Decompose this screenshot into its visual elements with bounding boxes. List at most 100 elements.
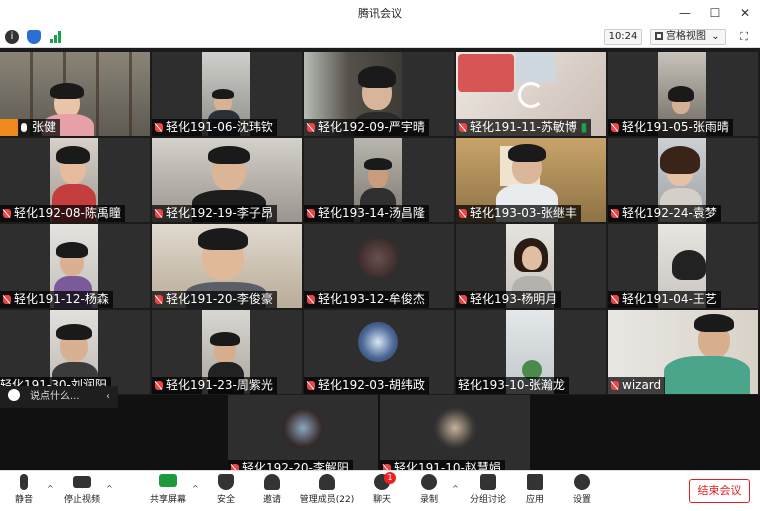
participant-name: wizard <box>622 378 662 392</box>
participant-label: 轻化191-04-王艺 <box>608 291 721 308</box>
maximize-button[interactable]: ☐ <box>700 0 730 26</box>
stop-video-label: 停止视频 <box>63 495 100 505</box>
participant-name: 轻化192-03-胡纬政 <box>318 378 425 392</box>
video-tile[interactable]: 轻化192-19-李子昂 <box>152 138 302 222</box>
signal-icon[interactable] <box>49 30 63 44</box>
share-screen-button[interactable]: 共享屏幕 <box>146 474 190 510</box>
mic-off-icon <box>3 295 11 304</box>
apps-button[interactable]: 应用 <box>513 474 557 510</box>
video-tile[interactable]: 轻化191-12-杨森 <box>0 224 150 308</box>
participant-label: 轻化191-20-李俊豪 <box>152 291 277 308</box>
mic-off-icon <box>611 295 619 304</box>
chat-input[interactable]: 说点什么... ‹ <box>0 386 118 408</box>
participant-label: 轻化191-12-杨森 <box>0 291 113 308</box>
invite-button[interactable]: 邀请 <box>250 474 294 510</box>
participant-name: 轻化192-24-袁梦 <box>622 206 717 220</box>
participant-label: 轻化193-10-张瀚龙 <box>456 377 569 394</box>
video-tile[interactable]: 轻化191-04-王艺 <box>608 224 758 308</box>
video-tile[interactable]: 轻化193-03-张继丰 <box>456 138 606 222</box>
avatar <box>358 322 398 362</box>
record-icon <box>421 474 437 490</box>
grid-icon <box>655 32 663 40</box>
manage-members-button[interactable]: 管理成员(22) <box>298 474 356 510</box>
participant-label: 轻化193-03-张继丰 <box>456 205 581 222</box>
participant-label: 轻化192-19-李子昂 <box>152 205 277 222</box>
mic-off-icon <box>307 123 315 132</box>
close-button[interactable]: ✕ <box>730 0 760 26</box>
video-tile[interactable]: 轻化191-05-张雨晴 <box>608 52 758 136</box>
emoji-icon[interactable] <box>8 389 20 401</box>
video-tile[interactable]: 轻化193-12-牟俊杰 <box>304 224 454 308</box>
view-mode-button[interactable]: 宫格视图 ⌄ <box>650 29 726 45</box>
manage-members-label: 管理成员(22) <box>299 495 355 505</box>
info-icon[interactable]: i <box>5 30 19 44</box>
signal-icon: ▮ <box>580 120 588 134</box>
settings-button[interactable]: 设置 <box>560 474 604 510</box>
participant-label: 轻化192-24-袁梦 <box>608 205 721 222</box>
breakout-button[interactable]: 分组讨论 <box>464 474 512 510</box>
apps-label: 应用 <box>525 495 544 505</box>
video-tile[interactable]: 张健 <box>0 52 150 136</box>
host-badge <box>0 119 18 136</box>
chat-button[interactable]: 1 聊天 <box>360 472 404 510</box>
participant-label: 轻化191-23-周紫光 <box>152 377 277 394</box>
breakout-label: 分组讨论 <box>469 495 506 505</box>
microphone-icon <box>20 474 28 490</box>
mic-off-icon <box>459 123 467 132</box>
stop-video-button[interactable]: 停止视频 <box>60 474 104 510</box>
bottom-toolbar: 静音 ^ 停止视频 ^ 共享屏幕 ^ 安全 邀请 管理成员(22) 1 聊天 录… <box>0 470 760 511</box>
participant-label: 轻化192-20-李解阳 <box>228 460 353 470</box>
video-tile[interactable]: 轻化191-23-周紫光 <box>152 310 302 394</box>
end-meeting-button[interactable]: 结束会议 <box>689 479 750 503</box>
video-tile[interactable]: 轻化192-24-袁梦 <box>608 138 758 222</box>
avatar <box>358 238 398 278</box>
participant-name: 轻化193-14-汤昌隆 <box>318 206 425 220</box>
mic-icon <box>21 123 27 132</box>
mic-off-icon <box>611 123 619 132</box>
mic-off-icon <box>459 295 467 304</box>
chevron-up-icon[interactable]: ^ <box>47 484 54 493</box>
shield-icon <box>218 474 234 490</box>
collapse-arrow-icon[interactable]: ‹ <box>106 386 110 408</box>
video-tile[interactable]: 轻化192-08-陈禹瞳 <box>0 138 150 222</box>
video-tile[interactable]: 轻化192-09-严宇晴 <box>304 52 454 136</box>
video-tile[interactable]: 轻化192-03-胡纬政 <box>304 310 454 394</box>
apps-icon <box>527 474 543 490</box>
chat-badge: 1 <box>384 472 396 484</box>
mic-off-icon <box>459 209 467 218</box>
participant-name: 轻化191-11-苏敏博 <box>470 120 577 134</box>
participant-name: 轻化191-05-张雨晴 <box>622 120 729 134</box>
members-icon <box>319 474 335 490</box>
record-label: 录制 <box>419 495 438 505</box>
minimize-button[interactable]: — <box>670 0 700 26</box>
fullscreen-icon[interactable]: ⛶ <box>736 29 752 45</box>
window-title: 腾讯会议 <box>358 7 402 20</box>
video-tile[interactable]: 轻化193-14-汤昌隆 <box>304 138 454 222</box>
record-button[interactable]: 录制 <box>407 474 451 510</box>
video-tile[interactable]: 轻化192-20-李解阳 <box>228 395 378 470</box>
mute-button[interactable]: 静音 <box>2 474 46 510</box>
share-screen-label: 共享屏幕 <box>149 495 186 505</box>
participant-name: 轻化191-23-周紫光 <box>166 378 273 392</box>
chevron-up-icon[interactable]: ^ <box>452 484 459 493</box>
shield-icon[interactable] <box>27 30 41 44</box>
participant-label: 轻化191-10-赵慧娟 <box>380 460 505 470</box>
video-tile[interactable]: wizard <box>608 310 758 394</box>
video-tile[interactable]: 轻化191-30-刘润阳 <box>0 310 150 394</box>
participant-name: 轻化191-10-赵慧娟 <box>394 461 501 470</box>
video-grid: 张健 轻化191-06-沈玮钦 轻化192-09-严宇晴 轻化191-11-苏敏… <box>0 52 760 395</box>
video-tile[interactable]: 轻化193-10-张瀚龙 <box>456 310 606 394</box>
chevron-up-icon[interactable]: ^ <box>106 484 113 493</box>
video-tile[interactable]: 轻化191-20-李俊豪 <box>152 224 302 308</box>
video-tile[interactable]: 轻化191-11-苏敏博 ▮ <box>456 52 606 136</box>
video-tile[interactable]: 轻化193-杨明月 <box>456 224 606 308</box>
video-tile[interactable]: 轻化191-10-赵慧娟 <box>380 395 530 470</box>
security-button[interactable]: 安全 <box>204 474 248 510</box>
participant-label: 轻化191-05-张雨晴 <box>608 119 733 136</box>
video-tile[interactable]: 轻化191-06-沈玮钦 <box>152 52 302 136</box>
chevron-up-icon[interactable]: ^ <box>192 484 199 493</box>
participant-name: 轻化191-20-李俊豪 <box>166 292 273 306</box>
settings-label: 设置 <box>572 495 591 505</box>
participant-name: 轻化193-12-牟俊杰 <box>318 292 425 306</box>
chat-label: 聊天 <box>372 495 391 505</box>
